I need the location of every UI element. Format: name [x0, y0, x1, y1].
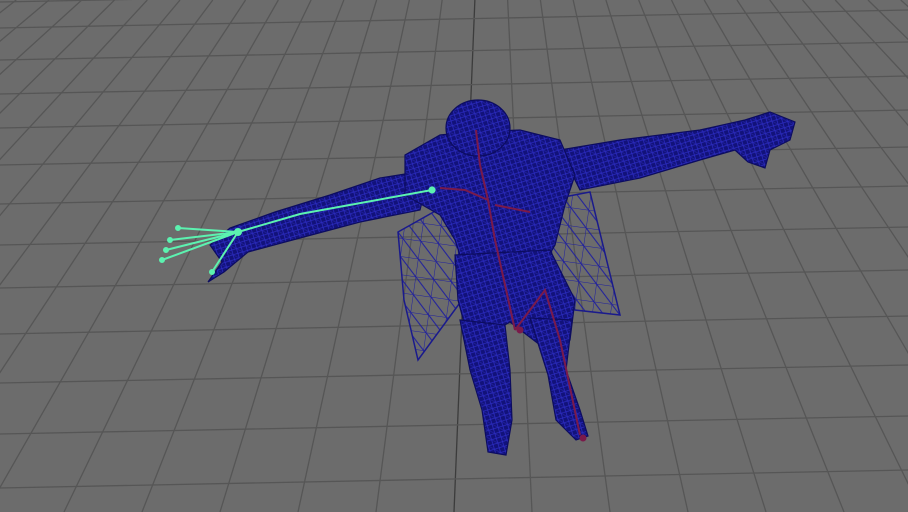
3d-viewport[interactable] — [0, 0, 908, 512]
viewport-canvas[interactable] — [0, 0, 908, 512]
character-mesh[interactable] — [207, 99, 796, 456]
